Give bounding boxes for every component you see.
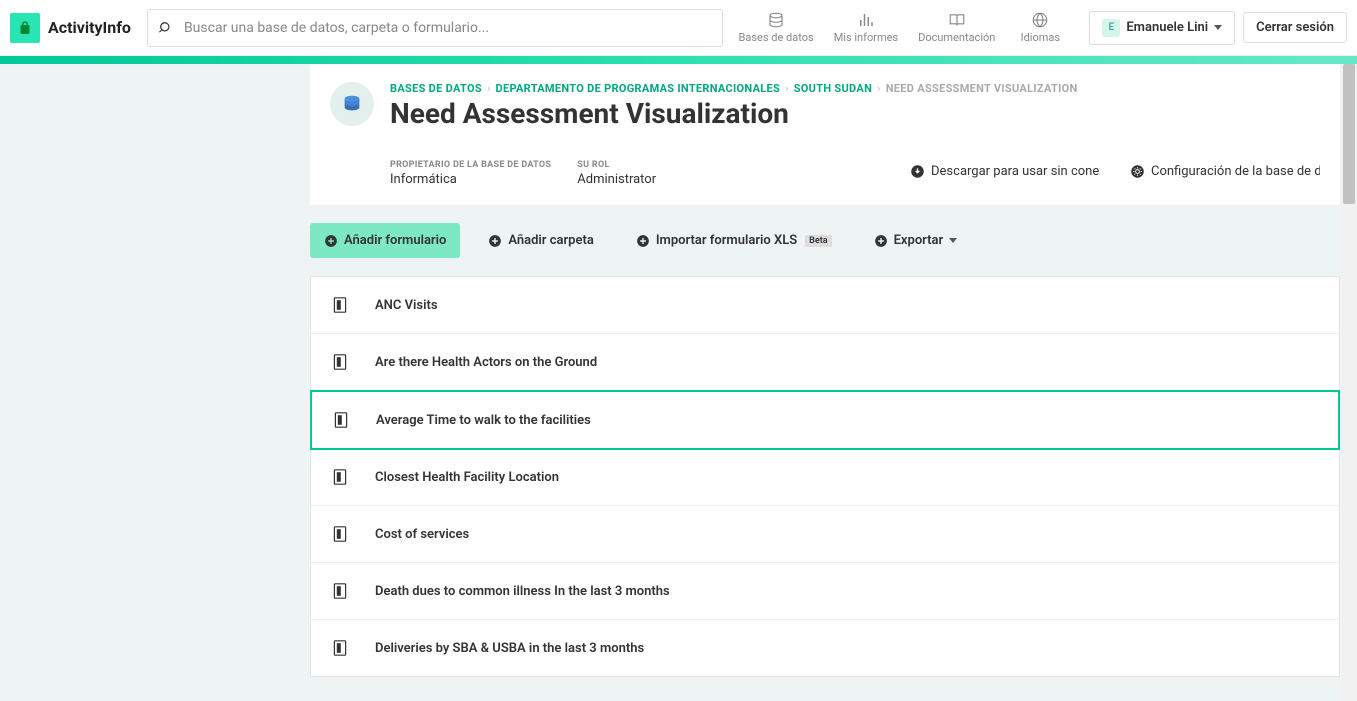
nav-reports-label: Mis informes: [834, 31, 898, 44]
nav-languages-label: Idiomas: [1021, 31, 1060, 44]
download-offline-button[interactable]: Descargar para usar sin conexi...: [910, 164, 1100, 179]
nav-databases-label: Bases de datos: [739, 31, 814, 44]
form-label: Average Time to walk to the facilities: [376, 413, 591, 428]
owner-label: PROPIETARIO DE LA BASE DE DATOS: [390, 160, 551, 170]
breadcrumb-databases[interactable]: BASES DE DATOS: [390, 82, 482, 95]
form-row[interactable]: Death dues to common illness In the last…: [311, 563, 1339, 620]
logout-button[interactable]: Cerrar sesión: [1243, 12, 1347, 43]
book-icon: [948, 11, 966, 29]
nav-docs[interactable]: Documentación: [918, 11, 995, 44]
export-button[interactable]: Exportar: [860, 223, 972, 258]
main-area: BASES DE DATOS›DEPARTAMENTO DE PROGRAMAS…: [0, 64, 1357, 701]
download-icon: [910, 164, 925, 179]
caret-down-icon: [1214, 25, 1222, 30]
add-form-button[interactable]: Añadir formulario: [310, 223, 460, 258]
avatar: E: [1102, 19, 1120, 37]
download-label: Descargar para usar sin conexi...: [931, 164, 1100, 179]
chart-icon: [857, 11, 875, 29]
form-icon: [333, 583, 347, 599]
import-xls-button[interactable]: Importar formulario XLS Beta: [622, 223, 846, 258]
globe-icon: [1031, 11, 1049, 29]
role-value: Administrator: [577, 172, 656, 187]
nav-icons: Bases de datos Mis informes Documentació…: [723, 11, 1082, 44]
page-header: BASES DE DATOS›DEPARTAMENTO DE PROGRAMAS…: [310, 64, 1340, 205]
form-icon: [333, 297, 347, 313]
add-folder-button[interactable]: Añadir carpeta: [474, 223, 607, 258]
form-row[interactable]: Cost of services: [311, 506, 1339, 563]
beta-badge: Beta: [805, 235, 831, 247]
config-label: Configuración de la base de dat...: [1151, 164, 1320, 179]
nav-reports[interactable]: Mis informes: [834, 11, 898, 44]
form-icon: [333, 469, 347, 485]
nav-languages[interactable]: Idiomas: [1015, 11, 1065, 44]
role-label: SU ROL: [577, 160, 656, 170]
scrollbar-track[interactable]: [1341, 64, 1357, 701]
plus-circle-icon: [636, 234, 650, 248]
form-label: Cost of services: [375, 527, 469, 542]
database-icon: [767, 11, 785, 29]
form-icon: [333, 640, 347, 656]
database-avatar-icon: [330, 82, 374, 126]
breadcrumb-current: NEED ASSESSMENT VISUALIZATION: [886, 82, 1078, 95]
form-list: ANC Visits Are there Health Actors on the…: [310, 276, 1340, 677]
add-folder-label: Añadir carpeta: [508, 233, 593, 248]
user-menu[interactable]: E Emanuele Lini: [1089, 11, 1235, 45]
form-row[interactable]: Closest Health Facility Location: [311, 449, 1339, 506]
caret-down-icon: [949, 238, 957, 243]
form-icon: [333, 526, 347, 542]
accent-bar: [0, 56, 1357, 64]
form-row[interactable]: ANC Visits: [311, 277, 1339, 334]
import-label: Importar formulario XLS: [656, 233, 797, 248]
nav-docs-label: Documentación: [918, 31, 995, 44]
brand-text: ActivityInfo: [48, 18, 131, 37]
plus-circle-icon: [324, 234, 338, 248]
logo[interactable]: ActivityInfo: [10, 13, 143, 43]
db-config-button[interactable]: Configuración de la base de dat...: [1130, 164, 1320, 179]
form-icon: [333, 354, 347, 370]
search-wrap: [143, 9, 723, 47]
role-block: SU ROL Administrator: [577, 160, 656, 187]
form-label: ANC Visits: [375, 298, 438, 313]
search-icon: [159, 21, 173, 35]
plus-circle-icon: [488, 234, 502, 248]
nav-databases[interactable]: Bases de datos: [739, 11, 814, 44]
breadcrumb-dept[interactable]: DEPARTAMENTO DE PROGRAMAS INTERNACIONALE…: [496, 82, 781, 95]
form-icon: [334, 412, 348, 428]
gear-icon: [1130, 164, 1145, 179]
form-label: Are there Health Actors on the Ground: [375, 355, 597, 370]
breadcrumb-country[interactable]: SOUTH SUDAN: [794, 82, 872, 95]
owner-block: PROPIETARIO DE LA BASE DE DATOS Informát…: [390, 160, 551, 187]
form-row[interactable]: Average Time to walk to the facilities: [310, 390, 1340, 450]
page-title: Need Assessment Visualization: [390, 97, 1320, 130]
form-label: Death dues to common illness In the last…: [375, 584, 670, 599]
form-row[interactable]: Are there Health Actors on the Ground: [311, 334, 1339, 391]
form-row[interactable]: Deliveries by SBA & USBA in the last 3 m…: [311, 620, 1339, 676]
breadcrumb: BASES DE DATOS›DEPARTAMENTO DE PROGRAMAS…: [390, 82, 1320, 95]
form-label: Deliveries by SBA & USBA in the last 3 m…: [375, 641, 644, 656]
export-label: Exportar: [894, 233, 944, 248]
owner-value: Informática: [390, 172, 551, 187]
add-form-label: Añadir formulario: [344, 233, 446, 248]
logo-icon: [10, 13, 40, 43]
right-actions: E Emanuele Lini Cerrar sesión: [1081, 11, 1347, 45]
search-input[interactable]: [147, 9, 723, 47]
action-bar: Añadir formulario Añadir carpeta Importa…: [310, 205, 1340, 276]
plus-circle-icon: [874, 234, 888, 248]
user-name: Emanuele Lini: [1126, 20, 1208, 35]
scrollbar-thumb[interactable]: [1343, 64, 1355, 204]
form-label: Closest Health Facility Location: [375, 470, 559, 485]
topbar: ActivityInfo Bases de datos Mis informes…: [0, 0, 1357, 56]
